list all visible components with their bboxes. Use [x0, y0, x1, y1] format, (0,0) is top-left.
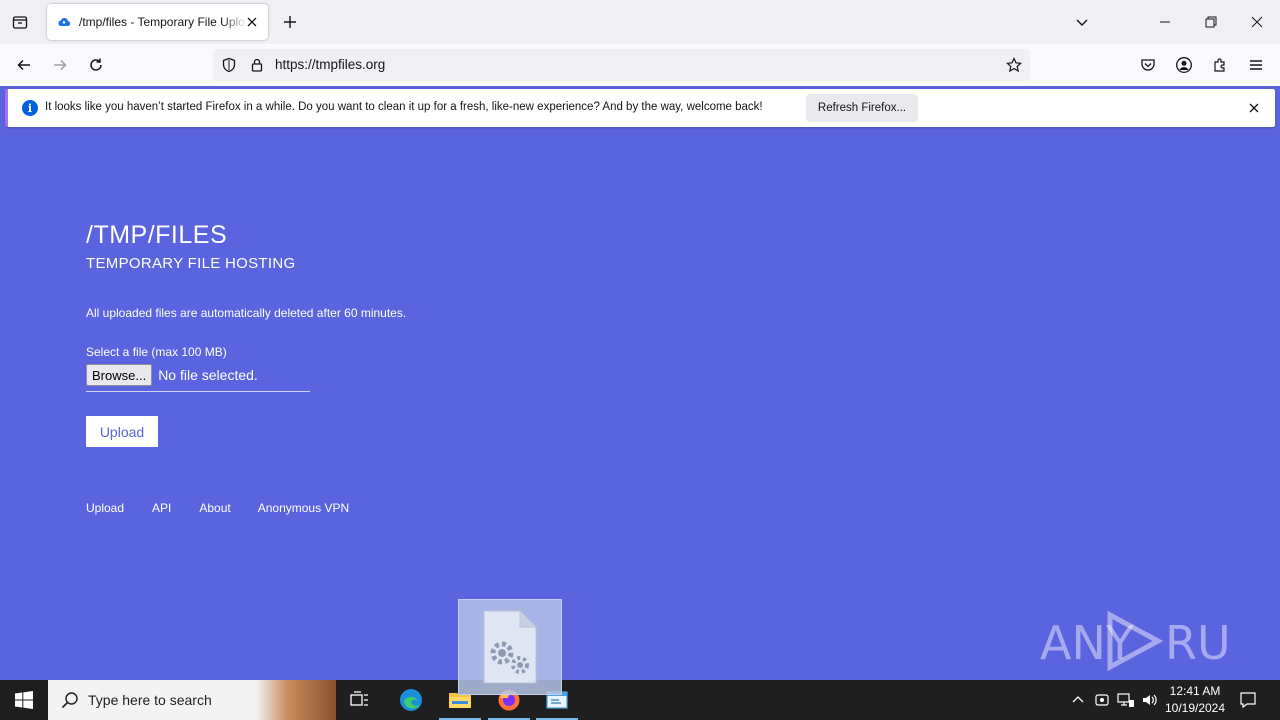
tab-title: /tmp/files - Temporary File Upload	[79, 15, 247, 29]
search-placeholder: Type here to search	[88, 692, 212, 708]
footer-link-about[interactable]: About	[199, 501, 230, 515]
plus-icon[interactable]	[280, 12, 300, 32]
notification-message: It looks like you haven’t started Firefo…	[45, 101, 763, 113]
dragged-file-icon	[458, 599, 562, 695]
minimize-icon[interactable]	[1150, 8, 1180, 36]
task-view-icon[interactable]	[337, 680, 383, 720]
windows-start-icon[interactable]	[0, 680, 48, 720]
url-bar[interactable]: https://tmpfiles.org	[213, 49, 1030, 81]
firefox-view-icon[interactable]	[8, 10, 32, 34]
reload-icon[interactable]	[84, 53, 108, 77]
restore-icon[interactable]	[1196, 8, 1226, 36]
browse-button[interactable]: Browse...	[86, 364, 153, 386]
extensions-icon[interactable]	[1209, 54, 1231, 76]
file-input[interactable]: Browse... No file selected.	[86, 364, 310, 392]
anyrun-watermark: ANY RUN	[1040, 609, 1235, 674]
refresh-firefox-button[interactable]: Refresh Firefox...	[806, 94, 918, 122]
back-arrow-icon[interactable]	[12, 53, 36, 77]
meet-now-icon[interactable]	[1092, 690, 1112, 710]
notification-close-icon[interactable]	[1246, 100, 1262, 116]
search-highlight-image	[256, 680, 336, 720]
page-content: /TMP/FILES TEMPORARY FILE HOSTING All up…	[0, 131, 1280, 680]
windows-taskbar: Type here to search 12:41 AM 10/19/2024	[0, 680, 1280, 720]
upload-button[interactable]: Upload	[86, 416, 158, 447]
clock-date: 10/19/2024	[1164, 701, 1226, 715]
system-clock[interactable]: 12:41 AM 10/19/2024	[1160, 683, 1230, 717]
account-icon[interactable]	[1173, 54, 1195, 76]
svg-text:RUN: RUN	[1165, 616, 1235, 670]
navigation-bar: https://tmpfiles.org	[0, 44, 1280, 86]
page-subtitle: TEMPORARY FILE HOSTING	[86, 255, 296, 272]
footer-link-upload[interactable]: Upload	[86, 501, 124, 515]
close-icon[interactable]	[244, 14, 260, 30]
notification-center-icon[interactable]	[1236, 688, 1260, 712]
footer-link-vpn[interactable]: Anonymous VPN	[258, 501, 349, 515]
chevron-up-icon[interactable]	[1068, 690, 1088, 710]
star-icon[interactable]	[1006, 57, 1022, 73]
network-icon[interactable]	[1116, 690, 1136, 710]
cloud-upload-icon	[57, 15, 71, 29]
refresh-notification-bar: i It looks like you haven’t started Fire…	[5, 89, 1275, 127]
active-tab[interactable]: /tmp/files - Temporary File Upload	[47, 4, 268, 40]
search-icon	[60, 690, 80, 710]
chevron-down-icon[interactable]	[1072, 12, 1092, 32]
deletion-notice: All uploaded files are automatically del…	[86, 306, 407, 320]
tab-strip: /tmp/files - Temporary File Upload	[0, 0, 1280, 44]
lock-icon[interactable]	[249, 57, 265, 73]
info-icon: i	[22, 100, 38, 116]
menu-icon[interactable]	[1245, 54, 1267, 76]
volume-icon[interactable]	[1140, 690, 1160, 710]
file-status: No file selected.	[158, 367, 258, 383]
taskbar-search[interactable]: Type here to search	[48, 680, 336, 720]
pocket-icon[interactable]	[1137, 54, 1159, 76]
edge-icon[interactable]	[388, 680, 434, 720]
forward-arrow-icon[interactable]	[48, 53, 72, 77]
footer-link-api[interactable]: API	[152, 501, 171, 515]
footer-nav: Upload API About Anonymous VPN	[86, 501, 349, 515]
shield-icon[interactable]	[221, 57, 237, 73]
file-input-label: Select a file (max 100 MB)	[86, 345, 227, 359]
page-title: /TMP/FILES	[86, 221, 228, 249]
window-close-icon[interactable]	[1242, 8, 1272, 36]
clock-time: 12:41 AM	[1169, 684, 1221, 698]
url-text: https://tmpfiles.org	[275, 57, 386, 72]
